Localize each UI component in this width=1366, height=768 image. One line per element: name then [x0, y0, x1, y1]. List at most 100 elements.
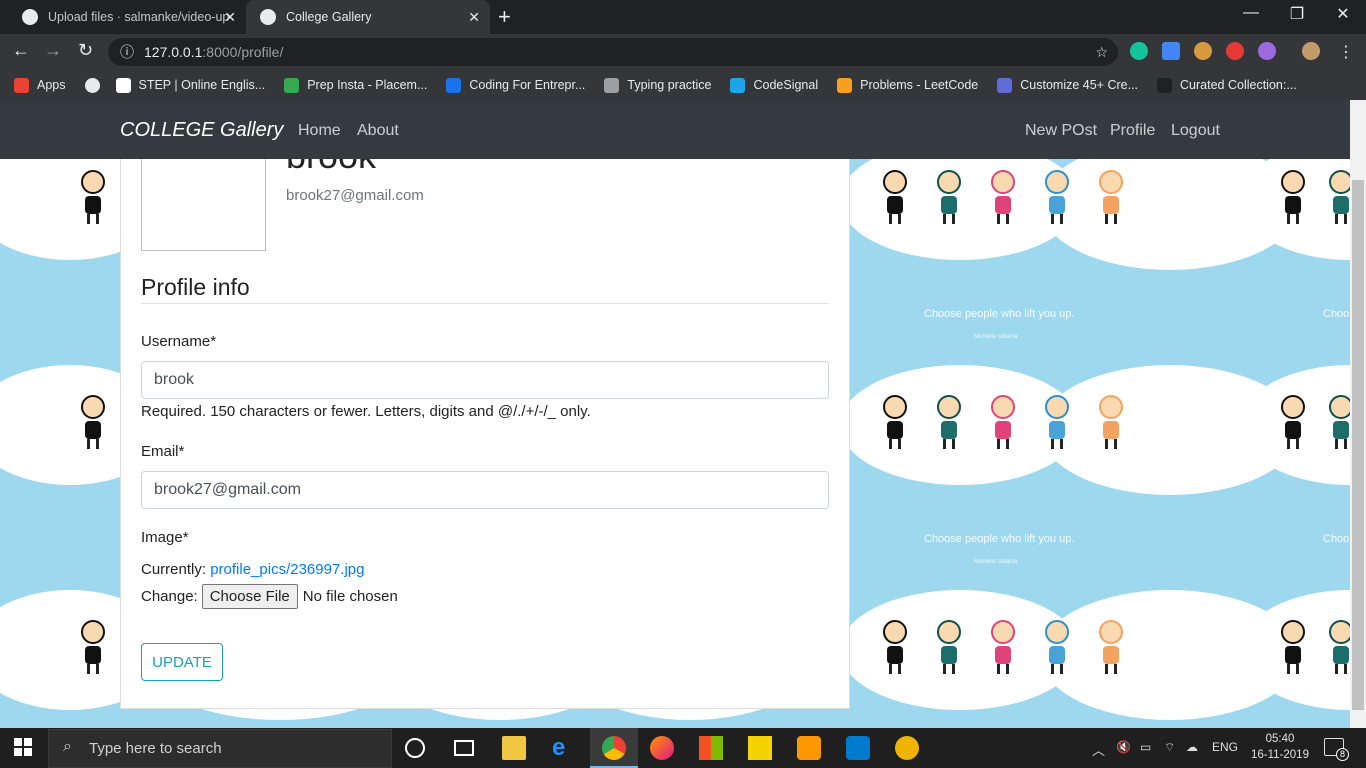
firefox-icon[interactable]: [650, 736, 674, 760]
cartoon-character: [988, 395, 1018, 453]
tab-upload-files[interactable]: Upload files · salmanke/video-up ✕: [8, 0, 246, 34]
cartoon-character: [1278, 620, 1308, 678]
nav-about[interactable]: About: [357, 122, 399, 140]
address-bar[interactable]: ⓘ 127.0.0.1:8000/profile/ ☆: [108, 38, 1118, 66]
onedrive-icon[interactable]: ☁: [1186, 740, 1198, 754]
update-button[interactable]: UPDATE: [141, 643, 223, 681]
clock-time: 05:40: [1265, 733, 1295, 745]
bookmark-label: Coding For Entrepr...: [469, 78, 586, 92]
current-image-link[interactable]: profile_pics/236997.jpg: [210, 561, 364, 578]
bookmark-icon: [446, 77, 462, 93]
notification-count: 8: [1336, 748, 1349, 761]
avatar[interactable]: [1302, 42, 1320, 60]
star-icon[interactable]: ☆: [1095, 44, 1108, 61]
bookmark-item[interactable]: STEP | Online Englis...: [115, 77, 265, 93]
url-path: :8000/profile/: [202, 44, 284, 60]
bookmark-icon: [84, 77, 100, 93]
new-tab-icon[interactable]: +: [498, 4, 511, 30]
cartoon-character: [1326, 170, 1350, 228]
bookmark-item[interactable]: Problems - LeetCode: [837, 77, 978, 93]
action-center-icon[interactable]: 8: [1324, 738, 1349, 761]
taskbar-search[interactable]: ⌕ Type here to search: [48, 729, 392, 768]
url-host: 127.0.0.1: [144, 44, 203, 60]
tab-title: Upload files · salmanke/video-up: [48, 10, 230, 24]
nav-new-post[interactable]: New POst: [1025, 122, 1097, 140]
chrome-taskbar-item[interactable]: [590, 728, 638, 768]
bookmark-item[interactable]: Apps: [14, 77, 66, 93]
bookmark-item[interactable]: [84, 77, 108, 93]
bookmark-item[interactable]: Customize 45+ Cre...: [997, 77, 1138, 93]
no-file-text: No file chosen: [302, 588, 398, 605]
windows-start-icon[interactable]: [14, 738, 32, 756]
menu-icon[interactable]: ⋮: [1338, 42, 1354, 62]
cartoon-character: [1096, 620, 1126, 678]
cartoon-character: [1042, 170, 1072, 228]
page-viewport[interactable]: Choose people who lift you up. Michelle O…: [0, 100, 1350, 728]
adblock-icon[interactable]: [1226, 42, 1244, 60]
choose-file-button[interactable]: Choose File: [201, 584, 298, 609]
grammarly-icon[interactable]: [1130, 42, 1148, 60]
sticky-notes-icon[interactable]: [748, 736, 772, 760]
forward-icon[interactable]: →: [44, 40, 62, 61]
profile-picture: [141, 159, 266, 251]
brave-icon[interactable]: [895, 736, 919, 760]
window-close-icon[interactable]: ✕: [1320, 4, 1366, 24]
sublime-icon[interactable]: [797, 736, 821, 760]
cortana-icon[interactable]: [405, 738, 425, 758]
language-indicator[interactable]: ENG: [1212, 740, 1238, 754]
minimize-icon[interactable]: —: [1228, 4, 1274, 22]
info-icon[interactable]: ⓘ: [120, 42, 134, 62]
file-explorer-icon[interactable]: [502, 736, 526, 760]
profile-email: brook27@gmail.com: [286, 187, 424, 204]
bookmark-item[interactable]: Curated Collection:...: [1157, 77, 1297, 93]
vscode-icon[interactable]: [846, 736, 870, 760]
translate-icon[interactable]: [1162, 42, 1180, 60]
username-input[interactable]: [141, 361, 829, 399]
task-view-icon[interactable]: [454, 740, 474, 756]
wifi-icon[interactable]: ⌔: [1164, 740, 1175, 755]
apps-grid-icon: [14, 77, 29, 93]
cartoon-character: [880, 620, 910, 678]
nav-home[interactable]: Home: [298, 122, 341, 140]
bookmark-item[interactable]: CodeSignal: [730, 77, 818, 93]
cartoon-character: [1278, 170, 1308, 228]
image-label: Image*: [141, 529, 189, 546]
nav-logout[interactable]: Logout: [1171, 122, 1220, 140]
store-icon[interactable]: [699, 736, 723, 760]
wallpaper-quote: Choose people who lift you up.: [924, 533, 1075, 545]
bookmarks-bar: Apps STEP | Online Englis... Prep Insta - …: [0, 70, 1366, 100]
tab-college-gallery[interactable]: College Gallery ✕: [246, 0, 490, 34]
cartoon-character: [1096, 170, 1126, 228]
bookmark-item[interactable]: Coding For Entrepr...: [446, 77, 586, 93]
battery-icon[interactable]: ▭: [1140, 740, 1151, 754]
clock[interactable]: 05:40 16-11-2019: [1248, 731, 1312, 763]
close-icon[interactable]: ✕: [224, 9, 236, 26]
cartoon-character: [988, 170, 1018, 228]
bookmark-icon: [730, 77, 746, 93]
volume-icon[interactable]: 🔇: [1116, 740, 1131, 754]
bookmark-item[interactable]: Typing practice: [604, 77, 712, 93]
edge-icon[interactable]: e: [552, 734, 576, 761]
email-input[interactable]: [141, 471, 829, 509]
globe-icon: [260, 9, 276, 25]
close-icon[interactable]: ✕: [468, 9, 480, 26]
restore-icon[interactable]: ❐: [1274, 4, 1320, 24]
back-icon[interactable]: ←: [12, 40, 30, 61]
bookmark-label: Typing practice: [627, 78, 712, 92]
chevron-up-icon[interactable]: ︿: [1092, 740, 1105, 759]
nav-profile[interactable]: Profile: [1110, 122, 1155, 140]
cartoon-character: [1278, 395, 1308, 453]
cartoon-character: [1326, 620, 1350, 678]
scrollbar-thumb[interactable]: [1352, 180, 1364, 710]
cartoon-character: [934, 395, 964, 453]
reload-icon[interactable]: ↻: [78, 40, 93, 61]
bookmark-item[interactable]: Prep Insta - Placem...: [284, 77, 427, 93]
extension-icon[interactable]: [1194, 42, 1212, 60]
change-label: Change:: [141, 588, 198, 605]
bookmark-icon: [604, 77, 620, 93]
bookmark-label: Apps: [37, 78, 66, 92]
tab-title: College Gallery: [286, 10, 372, 24]
wallpaper-quote: Choo: [1323, 533, 1350, 545]
feather-icon[interactable]: [1258, 42, 1276, 60]
brand-logo[interactable]: COLLEGE Gallery: [120, 119, 283, 142]
